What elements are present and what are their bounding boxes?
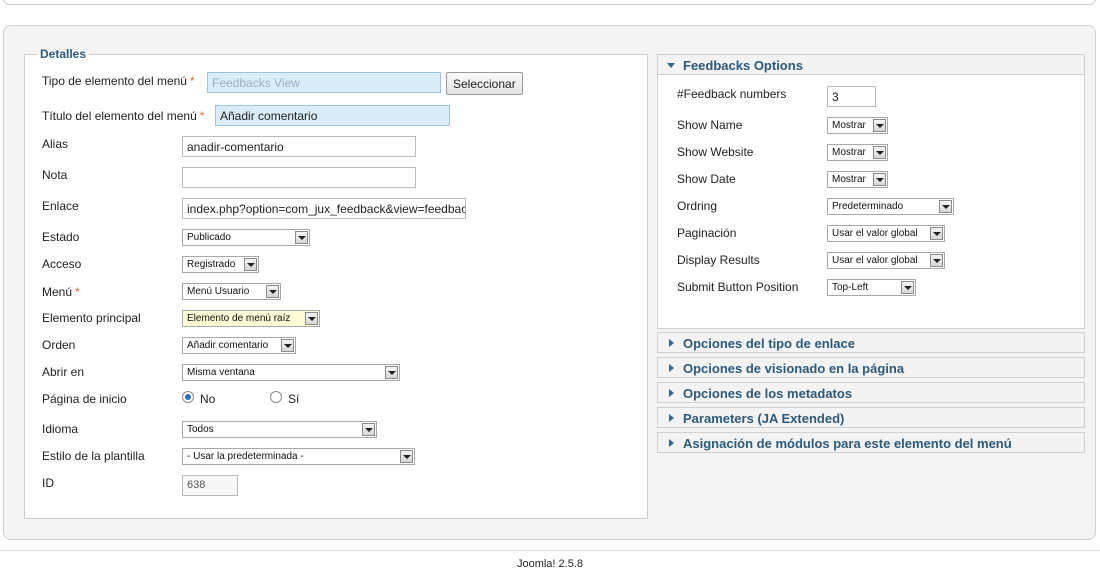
open-in-select[interactable]: Misma ventana xyxy=(182,364,400,381)
details-legend: Detalles xyxy=(40,47,87,61)
chevron-down-icon xyxy=(873,119,886,132)
parent-label: Elemento principal xyxy=(42,311,141,325)
home-no-radio[interactable] xyxy=(182,391,194,403)
show-website-select[interactable]: Mostrar xyxy=(827,144,888,161)
accordion-page-display-options[interactable]: Opciones de visionado en la página xyxy=(657,357,1085,378)
ordering-select[interactable]: Predeterminado xyxy=(827,198,954,215)
menu-item-type-label: Tipo de elemento del menú * xyxy=(42,74,195,88)
chevron-down-icon xyxy=(930,227,943,240)
home-yes-label: Sí xyxy=(288,392,300,406)
menu-item-type-field[interactable]: Feedbacks View xyxy=(207,72,441,93)
chevron-down-icon xyxy=(385,366,398,379)
chevron-down-icon xyxy=(244,258,257,271)
id-field: 638 xyxy=(182,475,238,496)
submit-position-label: Submit Button Position xyxy=(677,280,799,294)
link-label: Enlace xyxy=(42,199,79,213)
show-name-label: Show Name xyxy=(677,118,743,132)
link-input[interactable]: index.php?option=com_jux_feedback&view=f… xyxy=(182,198,466,219)
caret-down-icon xyxy=(667,63,675,68)
accordion-ja-extended-parameters[interactable]: Parameters (JA Extended) xyxy=(657,407,1085,428)
access-select[interactable]: Registrado xyxy=(182,256,259,273)
caret-right-icon xyxy=(669,389,674,397)
chevron-down-icon xyxy=(939,200,952,213)
chevron-down-icon xyxy=(930,254,943,267)
order-select[interactable]: Añadir comentario xyxy=(182,337,296,354)
accordion-metadata-options[interactable]: Opciones de los metadatos xyxy=(657,382,1085,403)
feedback-numbers-label: #Feedback numbers xyxy=(677,87,787,101)
feedbacks-options-header[interactable]: Feedbacks Options xyxy=(657,54,1085,75)
show-name-select[interactable]: Mostrar xyxy=(827,117,888,134)
ordering-label: Ordring xyxy=(677,199,718,213)
pagination-select[interactable]: Usar el valor global xyxy=(827,225,945,242)
status-select[interactable]: Publicado xyxy=(182,229,310,246)
language-select[interactable]: Todos xyxy=(182,421,377,438)
show-website-label: Show Website xyxy=(677,145,754,159)
required-mark: * xyxy=(189,74,195,88)
alias-label: Alias xyxy=(42,137,69,151)
chevron-down-icon xyxy=(266,285,279,298)
footer-version: Joomla! 2.5.8 xyxy=(0,550,1100,581)
chevron-down-icon xyxy=(873,173,886,186)
required-mark: * xyxy=(75,285,80,299)
chevron-down-icon xyxy=(901,281,914,294)
order-label: Orden xyxy=(42,338,76,352)
menu-label: Menú * xyxy=(42,285,80,299)
chevron-down-icon xyxy=(305,312,318,325)
menu-title-label: Título del elemento del menú * xyxy=(42,109,205,123)
chevron-down-icon xyxy=(295,231,308,244)
home-no-label: No xyxy=(200,392,216,406)
caret-right-icon xyxy=(669,339,674,347)
display-results-select[interactable]: Usar el valor global xyxy=(827,252,945,269)
required-mark: * xyxy=(199,109,205,123)
home-label: Página de inicio xyxy=(42,392,127,406)
top-panel xyxy=(3,0,1096,5)
open-in-label: Abrir en xyxy=(42,365,85,379)
select-type-button[interactable]: Seleccionar xyxy=(446,72,523,95)
display-results-label: Display Results xyxy=(677,253,760,267)
menu-select[interactable]: Menú Usuario xyxy=(182,283,281,300)
menu-title-input[interactable]: Añadir comentario xyxy=(215,105,450,126)
alias-input[interactable]: anadir-comentario xyxy=(182,136,416,157)
status-label: Estado xyxy=(42,230,80,244)
caret-right-icon xyxy=(669,364,674,372)
note-input[interactable] xyxy=(182,167,416,188)
chevron-down-icon xyxy=(873,146,886,159)
template-style-label: Estilo de la plantilla xyxy=(42,449,145,463)
pagination-label: Paginación xyxy=(677,226,737,240)
accordion-module-assignment[interactable]: Asignación de módulos para este elemento… xyxy=(657,432,1085,453)
note-label: Nota xyxy=(42,168,68,182)
submit-position-select[interactable]: Top-Left xyxy=(827,279,916,296)
template-style-select[interactable]: - Usar la predeterminada - xyxy=(182,448,415,465)
access-label: Acceso xyxy=(42,257,82,271)
id-label: ID xyxy=(42,476,54,490)
home-yes-radio[interactable] xyxy=(270,391,282,403)
language-label: Idioma xyxy=(42,422,79,436)
chevron-down-icon xyxy=(281,339,294,352)
chevron-down-icon xyxy=(400,450,413,463)
feedback-numbers-input[interactable]: 3 xyxy=(827,86,876,107)
caret-right-icon xyxy=(669,414,674,422)
parent-select[interactable]: Elemento de menú raíz xyxy=(182,310,320,327)
show-date-select[interactable]: Mostrar xyxy=(827,171,888,188)
caret-right-icon xyxy=(669,439,674,447)
show-date-label: Show Date xyxy=(677,172,736,186)
accordion-link-type-options[interactable]: Opciones del tipo de enlace xyxy=(657,332,1085,353)
chevron-down-icon xyxy=(362,423,375,436)
